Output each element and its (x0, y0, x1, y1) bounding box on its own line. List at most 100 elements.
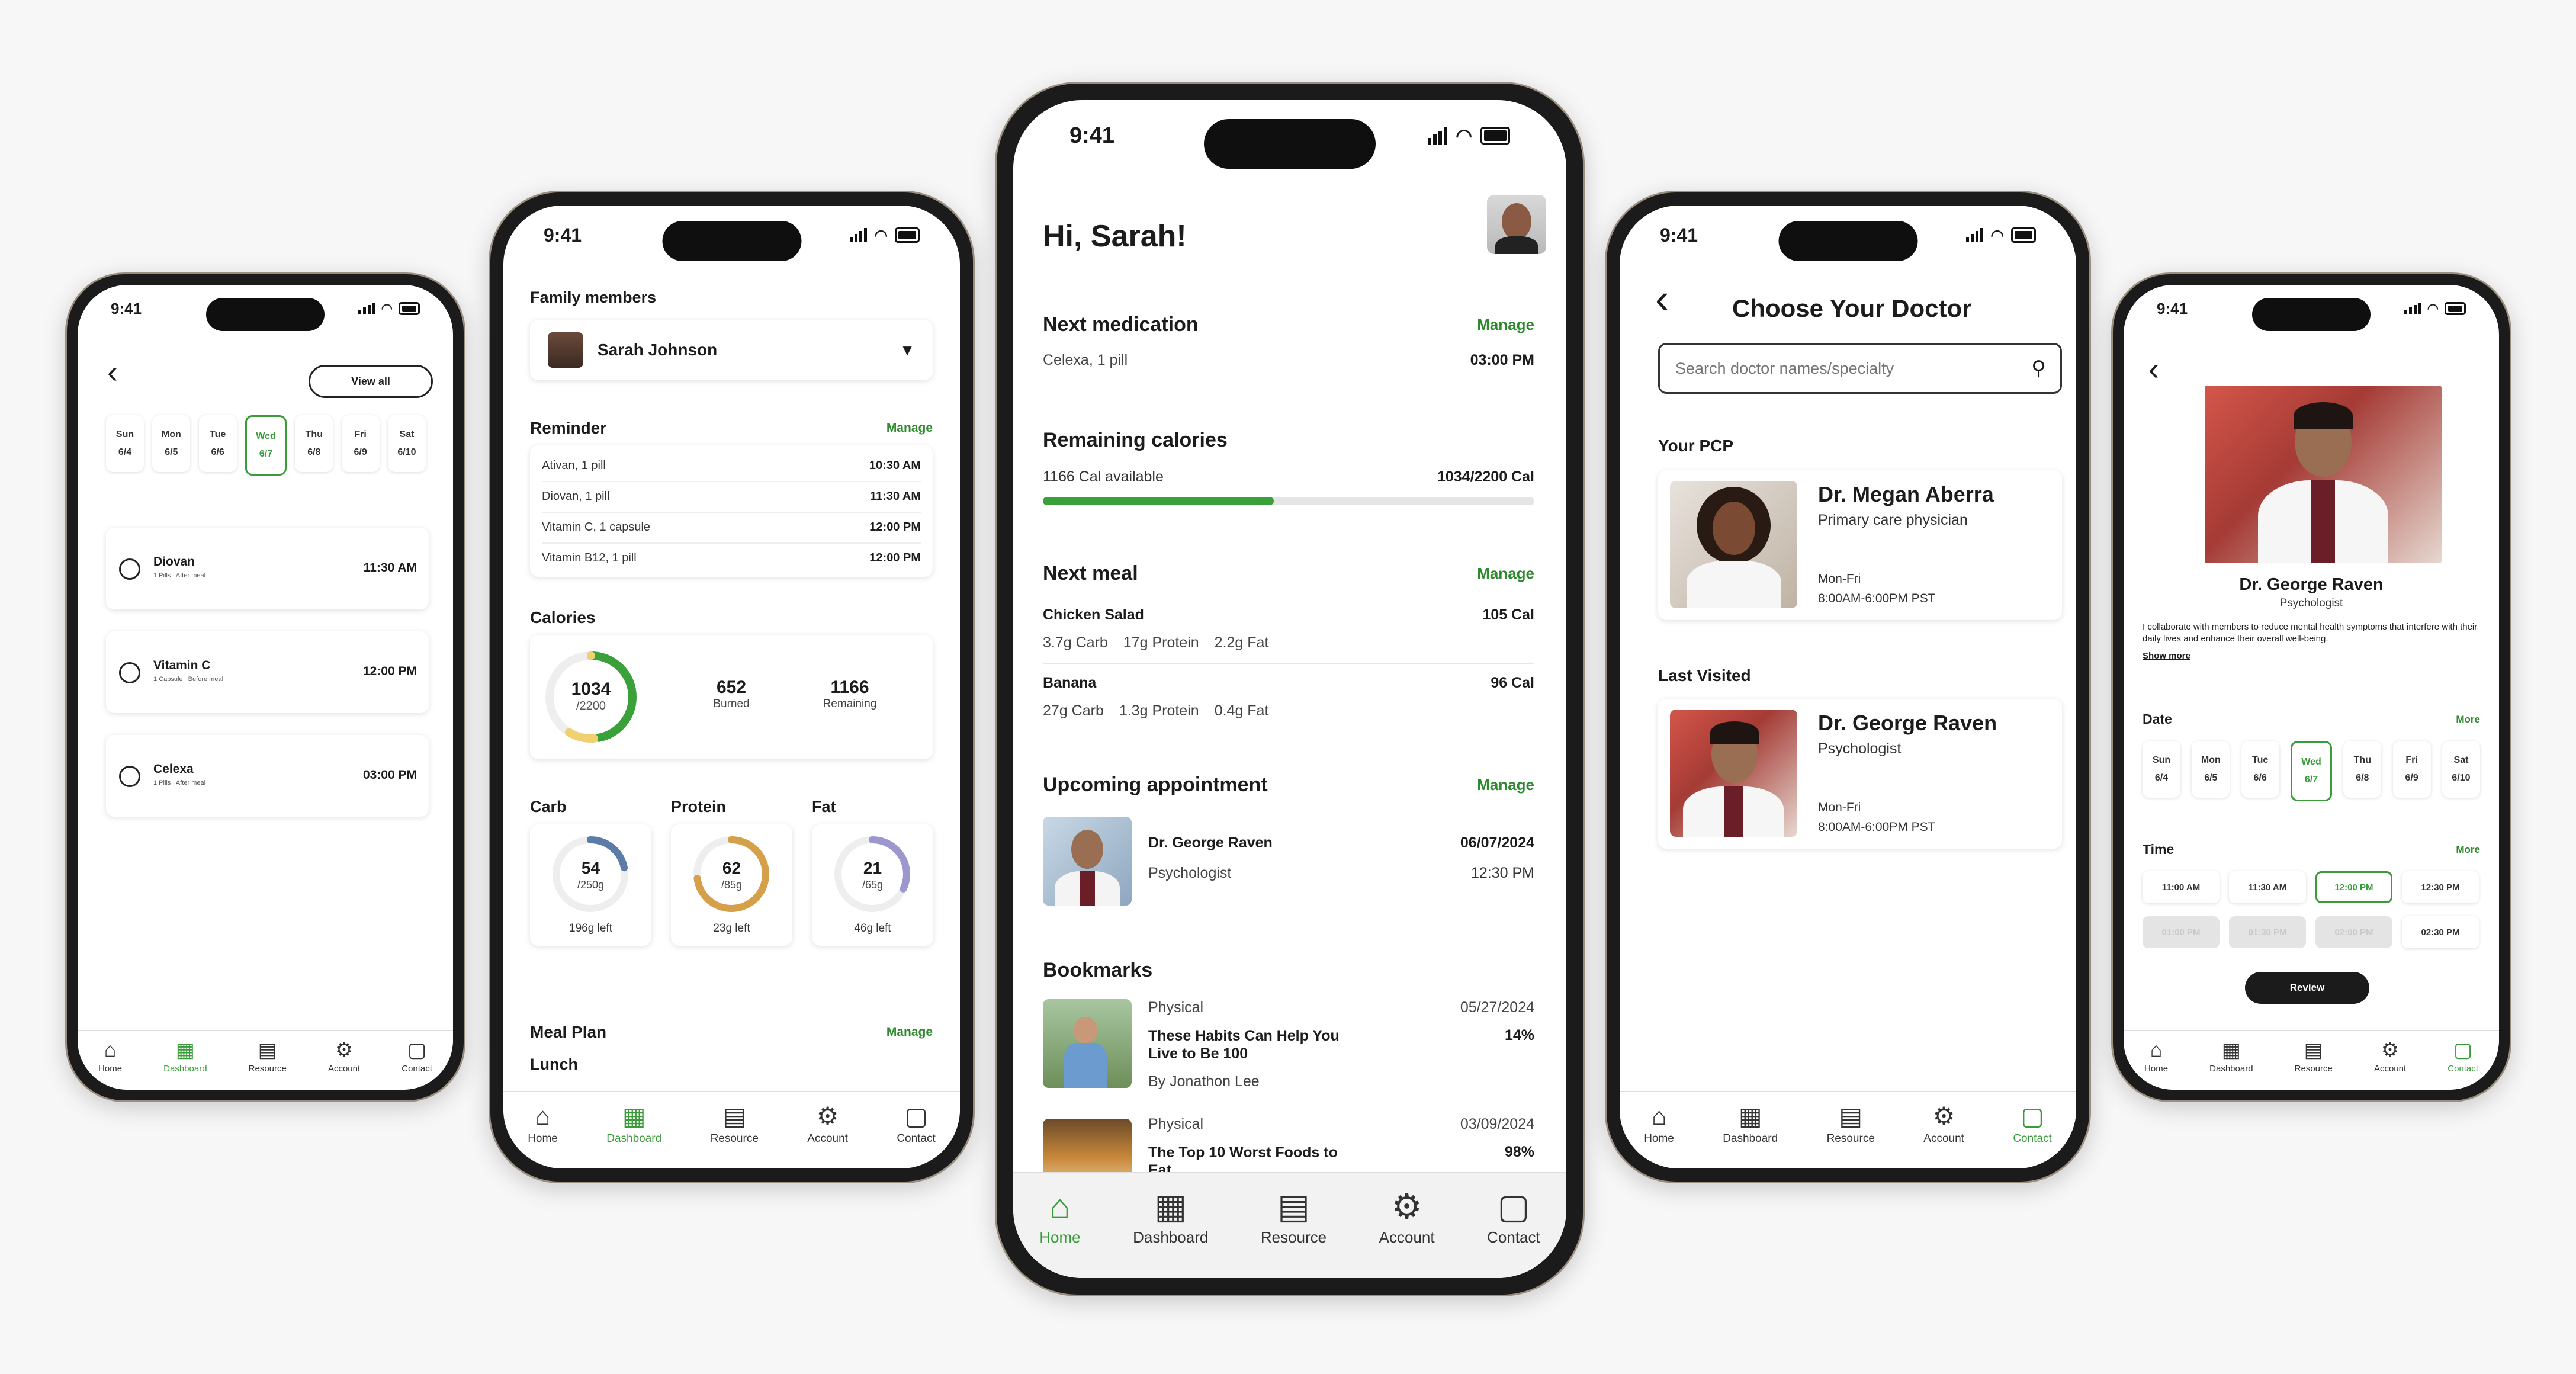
tab-label: Account (327, 1064, 361, 1074)
show-more-link[interactable]: Show more (2143, 651, 2190, 661)
day-sat[interactable]: Sat 6/10 (387, 415, 426, 472)
day-date: 6/6 (2253, 773, 2267, 783)
reminder-time: 12:00 PM (869, 551, 921, 564)
day-mon[interactable]: Mon 6/5 (2192, 741, 2230, 798)
medication-checkbox[interactable] (119, 766, 140, 787)
bookmark-2-date: 03/09/2024 (1460, 1116, 1534, 1132)
doctor-card-pcp[interactable]: Dr. Megan Aberra Primary care physician … (1658, 470, 2062, 620)
tab-home[interactable]: ⌂ Home (1644, 1092, 1674, 1168)
reminder-row[interactable]: Ativan, 1 pill 10:30 AM (542, 450, 921, 482)
medication-checkbox[interactable] (119, 662, 140, 683)
day-fri[interactable]: Fri 6/9 (341, 415, 380, 472)
reminder-row[interactable]: Vitamin C, 1 capsule 12:00 PM (542, 512, 921, 544)
review-button[interactable]: Review (2245, 972, 2369, 1004)
day-thu[interactable]: Thu 6/8 (295, 415, 333, 472)
medication-checkbox[interactable] (119, 558, 140, 580)
tab-label: Dashboard (1133, 1228, 1209, 1246)
time-slot[interactable]: 02:30 PM (2402, 916, 2479, 948)
day-sat[interactable]: Sat 6/10 (2442, 741, 2480, 798)
macro-card-protein[interactable]: 62/85g 23g left (671, 824, 792, 946)
day-name: Wed (256, 431, 276, 441)
reminder-row[interactable]: Vitamin B12, 1 pill 12:00 PM (542, 542, 921, 573)
appointment-manage-link[interactable]: Manage (1477, 776, 1534, 794)
macro-card-carb[interactable]: 54/250g 196g left (530, 824, 651, 946)
tab-label: Account (2373, 1064, 2407, 1074)
tab-resource[interactable]: ▤ Resource (2295, 1030, 2333, 1090)
macro-card-fat[interactable]: 21/65g 46g left (812, 824, 933, 946)
doctor-photo (2205, 386, 2442, 563)
day-sun[interactable]: Sun 6/4 (106, 415, 144, 472)
family-member-select[interactable]: Sarah Johnson ▼ (530, 320, 933, 380)
tab-dashboard[interactable]: ▦ Dashboard (2209, 1030, 2253, 1090)
tab-dashboard[interactable]: ▦ Dashboard (163, 1030, 207, 1090)
meal-manage-link[interactable]: Manage (1477, 564, 1534, 583)
search-input[interactable] (1674, 358, 2008, 378)
day-mon[interactable]: Mon 6/5 (152, 415, 191, 472)
date-more-link[interactable]: More (2456, 714, 2480, 725)
tab-resource[interactable]: ▤ Resource (249, 1030, 287, 1090)
tab-label: Resource (2294, 1064, 2333, 1074)
meal-row[interactable]: Chicken Salad 105 Cal (1043, 606, 1534, 624)
tab-resource[interactable]: ▤ Resource (1261, 1173, 1326, 1278)
tab-account[interactable]: ⚙ Account (807, 1092, 848, 1168)
reminder-time: 12:00 PM (869, 520, 921, 534)
tab-home[interactable]: ⌂ Home (528, 1092, 558, 1168)
tab-contact[interactable]: ▢ Contact (2447, 1030, 2478, 1090)
reminder-manage-link[interactable]: Manage (886, 421, 933, 435)
tab-dashboard[interactable]: ▦ Dashboard (1133, 1173, 1208, 1278)
day-tue[interactable]: Tue 6/6 (2241, 741, 2279, 798)
day-wed[interactable]: Wed 6/7 (2290, 741, 2332, 801)
medication-card[interactable]: Vitamin C 1 Capsule Before meal 12:00 PM (106, 631, 429, 713)
medication-card[interactable]: Celexa 1 Pills After meal 03:00 PM (106, 735, 429, 817)
back-icon[interactable]: ‹ (2148, 353, 2159, 385)
day-wed[interactable]: Wed 6/7 (245, 415, 287, 476)
tab-home[interactable]: ⌂ Home (98, 1030, 122, 1090)
time-slot[interactable]: 11:00 AM (2143, 871, 2220, 903)
dashboard-icon: ▦ (1154, 1187, 1187, 1226)
bookmark-1-title[interactable]: These Habits Can Help You Live to Be 100 (1148, 1027, 1344, 1062)
time-more-link[interactable]: More (2456, 844, 2480, 856)
home-icon: ⌂ (1651, 1102, 1667, 1130)
tab-dashboard[interactable]: ▦ Dashboard (606, 1092, 661, 1168)
status-time: 9:41 (544, 224, 582, 246)
home-icon: ⌂ (535, 1102, 551, 1130)
avatar[interactable] (1487, 195, 1546, 254)
medication-card[interactable]: Diovan 1 Pills After meal 11:30 AM (106, 528, 429, 609)
tab-resource[interactable]: ▤ Resource (711, 1092, 759, 1168)
tab-dashboard[interactable]: ▦ Dashboard (1723, 1092, 1778, 1168)
day-sun[interactable]: Sun 6/4 (2143, 741, 2180, 798)
status-bar: 9:41 ◠ (78, 285, 453, 332)
day-name: Thu (2353, 755, 2371, 765)
day-tue[interactable]: Tue 6/6 (198, 415, 237, 472)
tab-account[interactable]: ⚙ Account (328, 1030, 360, 1090)
back-icon[interactable]: ‹ (1655, 278, 1669, 319)
search-field[interactable]: ⚲ (1658, 343, 2062, 394)
time-slot[interactable]: 12:00 PM (2315, 871, 2392, 903)
view-all-button[interactable]: View all (309, 365, 433, 398)
day-thu[interactable]: Thu 6/8 (2343, 741, 2382, 798)
tab-contact[interactable]: ▢ Contact (897, 1092, 935, 1168)
search-icon[interactable]: ⚲ (2031, 357, 2046, 380)
tab-label: Contact (1487, 1228, 1540, 1246)
tab-account[interactable]: ⚙ Account (1923, 1092, 1964, 1168)
day-date: 6/4 (2154, 773, 2169, 783)
doctor-card-last[interactable]: Dr. George Raven Psychologist Mon-Fri 8:… (1658, 699, 2062, 849)
tab-account[interactable]: ⚙ Account (2374, 1030, 2406, 1090)
back-icon[interactable]: ‹ (107, 356, 118, 388)
meal-plan-manage-link[interactable]: Manage (886, 1025, 933, 1039)
tab-contact[interactable]: ▢ Contact (402, 1030, 432, 1090)
tab-contact[interactable]: ▢ Contact (2013, 1092, 2051, 1168)
tab-contact[interactable]: ▢ Contact (1487, 1173, 1540, 1278)
time-slot[interactable]: 12:30 PM (2402, 871, 2479, 903)
tab-resource[interactable]: ▤ Resource (1827, 1092, 1875, 1168)
time-slot[interactable]: 11:30 AM (2229, 871, 2306, 903)
meal-row[interactable]: Banana 96 Cal (1043, 675, 1534, 692)
tab-home[interactable]: ⌂ Home (2144, 1030, 2168, 1090)
greeting: Hi, Sarah! (1043, 219, 1187, 253)
day-fri[interactable]: Fri 6/9 (2392, 741, 2431, 798)
reminder-row[interactable]: Diovan, 1 pill 11:30 AM (542, 481, 921, 513)
medication-manage-link[interactable]: Manage (1477, 316, 1534, 334)
remaining-calories-title: Remaining calories (1043, 429, 1228, 451)
tab-account[interactable]: ⚙ Account (1379, 1173, 1435, 1278)
tab-home[interactable]: ⌂ Home (1039, 1173, 1080, 1278)
